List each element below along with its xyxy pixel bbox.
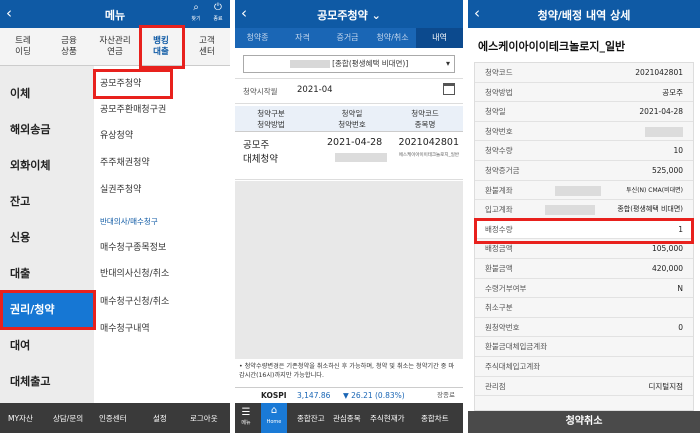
highlight-box-allotted-qty bbox=[474, 218, 694, 244]
tab-history[interactable]: 내역 bbox=[416, 28, 463, 48]
tab-eligibility[interactable]: 자격 bbox=[280, 28, 325, 48]
detail-row-code: 청약코드 2021042801 bbox=[475, 63, 693, 83]
col-header-type: 청약구분 청약방법 bbox=[257, 109, 285, 129]
notice-text: • 청약수량변경은 기존청약을 취소하신 후 가능하며, 청약 및 취소는 청약… bbox=[239, 363, 455, 379]
detail-row-refusal: 수령거부여부 N bbox=[475, 279, 693, 299]
highlight-box-rights-menu bbox=[0, 290, 96, 330]
chevron-down-icon: ⌄ bbox=[371, 9, 381, 22]
masked-subscription-number bbox=[335, 153, 387, 162]
ipo-header: ‹ 공모주청약 ⌄ bbox=[235, 0, 463, 28]
ipo-screen: ‹ 공모주청약 ⌄ 청약종 자격 증거금 청약/취소 내역 [종합(평생혜택 비… bbox=[235, 0, 463, 433]
ipo-title[interactable]: 공모주청약 ⌄ bbox=[235, 7, 463, 23]
detail-row-stock-transfer-account: 주식대체입고계좌 bbox=[475, 357, 693, 377]
date-label: 청약시작월 bbox=[243, 87, 278, 96]
submenu-rights-offering[interactable]: 유상청약 bbox=[100, 128, 225, 141]
detail-row-method: 청약방법 공모주 bbox=[475, 83, 693, 103]
left-menu-item-transfer[interactable]: 이체 bbox=[0, 76, 94, 112]
tab-apply-cancel[interactable]: 청약/취소 bbox=[370, 28, 415, 48]
power-button[interactable]: ⏻ 종료 bbox=[209, 1, 227, 22]
bottom-bar: MY자산 상담/문의 인증센터 설정 로그아웃 bbox=[0, 403, 230, 433]
tab-customer-center[interactable]: 고객 센터 bbox=[184, 28, 230, 66]
detail-row-quantity: 청약수량 10 bbox=[475, 141, 693, 161]
left-menu-item-fx-transfer[interactable]: 외화이체 bbox=[0, 148, 94, 184]
detail-row-refund-amount: 환불금액 420,000 bbox=[475, 259, 693, 279]
detail-row-date: 청약일 2021-04-28 bbox=[475, 102, 693, 122]
tab-asset-pension[interactable]: 자산관리 연금 bbox=[92, 28, 138, 66]
submenu-forfeited-shares[interactable]: 실권주청약 bbox=[100, 182, 225, 195]
table-row[interactable]: 공모주 대체청약 2021-04-28 2021042801 에스케이아이이테크… bbox=[235, 132, 463, 180]
col-header-date: 청약일 청약번호 bbox=[338, 109, 366, 129]
detail-row-branch: 관리점 디지털지점 bbox=[475, 377, 693, 397]
detail-row-refund-account: 환불계좌 투신(N) CMA(비대면) bbox=[475, 181, 693, 201]
menu-button[interactable]: ☰ 메뉴 bbox=[239, 407, 253, 426]
masked-value bbox=[545, 205, 595, 216]
submenu-appraisal-history[interactable]: 매수청구내역 bbox=[100, 321, 225, 334]
cancel-subscription-button[interactable]: 청약취소 bbox=[468, 411, 700, 433]
tab-deposit[interactable]: 증거금 bbox=[325, 28, 370, 48]
search-icon: ⌕ bbox=[193, 2, 199, 13]
account-select[interactable]: [종합(평생혜택 비대면)] ▾ bbox=[243, 55, 455, 73]
tab-ongoing[interactable]: 청약종 bbox=[235, 28, 280, 48]
detail-row-number: 청약번호 bbox=[475, 122, 693, 142]
bottom-nav: ☰ 메뉴 ⌂ Home 종합잔고 관심종목 주식현재가 종합차트 bbox=[235, 403, 463, 433]
detail-row-deposit: 청약증거금 525,000 bbox=[475, 161, 693, 181]
tab-trading[interactable]: 트레 이딩 bbox=[0, 28, 46, 66]
detail-row-cancel-type: 취소구분 bbox=[475, 298, 693, 318]
left-menu-item-credit[interactable]: 신용 bbox=[0, 220, 94, 256]
tab-financial-products[interactable]: 금융 상품 bbox=[46, 28, 92, 66]
submenu-appraisal-apply[interactable]: 매수청구신청/취소 bbox=[100, 294, 225, 307]
submenu-dissent-apply[interactable]: 반대의사신청/취소 bbox=[100, 266, 225, 279]
chevron-down-icon: ▾ bbox=[445, 59, 450, 68]
nav-total-balance[interactable]: 종합잔고 bbox=[297, 413, 325, 424]
detail-screen: ‹ 청약/배정 내역 상세 에스케이아이이테크놀로지_일반 청약코드 202104… bbox=[468, 0, 700, 433]
detail-header: ‹ 청약/배정 내역 상세 bbox=[468, 0, 700, 28]
kospi-ticker[interactable]: KOSPI 3,147.86 ▼ 26.21 (0.83%) 장종료 bbox=[235, 387, 463, 403]
submenu-ipo-putback[interactable]: 공모주환매청구권 bbox=[100, 102, 225, 115]
masked-value bbox=[645, 126, 683, 137]
detail-title: 청약/배정 내역 상세 bbox=[537, 9, 631, 22]
search-button[interactable]: ⌕ 찾기 bbox=[187, 1, 205, 22]
table-header: 청약구분 청약방법 청약일 청약번호 청약코드 종목명 bbox=[235, 106, 463, 132]
home-icon: ⌂ bbox=[270, 405, 278, 416]
nav-watchlist[interactable]: 관심종목 bbox=[333, 413, 361, 424]
submenu-appraisal-info[interactable]: 매수청구종목정보 bbox=[100, 240, 225, 253]
submenu-section-header: 반대의사/매수청구 bbox=[100, 217, 158, 226]
hamburger-icon: ☰ bbox=[241, 407, 251, 418]
masked-account-number bbox=[289, 60, 330, 68]
left-menu-item-balance[interactable]: 잔고 bbox=[0, 184, 94, 220]
submenu-bond-subscription[interactable]: 주주채권청약 bbox=[100, 155, 225, 168]
empty-area bbox=[235, 181, 463, 359]
stock-name: 에스케이아이이테크놀로지_일반 bbox=[478, 40, 626, 53]
date-filter: 청약시작월 2021-04 bbox=[235, 78, 463, 104]
masked-value bbox=[555, 185, 601, 196]
left-menu-item-loan[interactable]: 대출 bbox=[0, 256, 94, 292]
bottom-my-assets[interactable]: MY자산 bbox=[8, 413, 33, 424]
power-icon: ⏻ bbox=[214, 2, 222, 13]
highlight-box-banking-tab bbox=[139, 25, 185, 69]
col-header-code: 청약코드 종목명 bbox=[411, 109, 439, 129]
nav-current-price[interactable]: 주식현재가 bbox=[370, 413, 405, 424]
bottom-logout[interactable]: 로그아웃 bbox=[190, 413, 218, 424]
left-menu-item-lending[interactable]: 대여 bbox=[0, 328, 94, 364]
calendar-icon[interactable] bbox=[443, 83, 455, 95]
bottom-consult[interactable]: 상담/문의 bbox=[53, 413, 83, 424]
left-menu-item-transfer-out[interactable]: 대체출고 bbox=[0, 364, 94, 400]
nav-chart[interactable]: 종합차트 bbox=[421, 413, 449, 424]
detail-row-refund-transfer-account: 환불금대체입금계좌 bbox=[475, 337, 693, 357]
date-value[interactable]: 2021-04 bbox=[297, 85, 333, 95]
left-menu-item-overseas-remit[interactable]: 해외송금 bbox=[0, 112, 94, 148]
category-tabs: 트레 이딩 금융 상품 자산관리 연금 뱅킹 대출 고객 센터 bbox=[0, 28, 230, 66]
left-menu: 이체 해외송금 외화이체 잔고 신용 대출 권리/청약 대여 대체출고 bbox=[0, 66, 94, 403]
home-button[interactable]: ⌂ Home bbox=[261, 403, 287, 433]
bottom-settings[interactable]: 설정 bbox=[153, 413, 167, 424]
menu-header: ‹ 메뉴 ⌕ 찾기 ⏻ 종료 bbox=[0, 0, 230, 28]
menu-screen: ‹ 메뉴 ⌕ 찾기 ⏻ 종료 트레 이딩 금융 상품 자산관리 연금 뱅킹 대출 고객 센… bbox=[0, 0, 230, 433]
detail-row-original-number: 원청약번호 0 bbox=[475, 318, 693, 338]
highlight-box-ipo bbox=[93, 69, 173, 99]
ipo-tabs: 청약종 자격 증거금 청약/취소 내역 bbox=[235, 28, 463, 48]
detail-row-deposit-account: 입고계좌 종합(평생혜택 비대면) bbox=[475, 200, 693, 220]
bottom-cert-center[interactable]: 인증센터 bbox=[99, 413, 127, 424]
